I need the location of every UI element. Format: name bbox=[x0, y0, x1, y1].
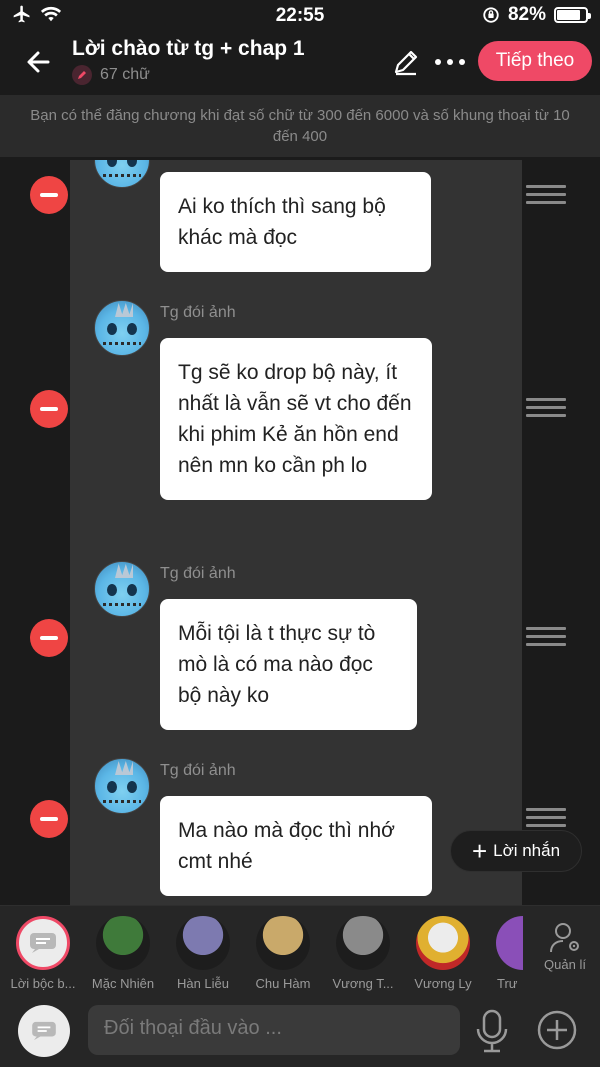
character-name: Lời bộc b... bbox=[10, 976, 76, 991]
pencil-badge-icon bbox=[72, 65, 92, 85]
input-bar: Đối thoại đầu vào ... bbox=[0, 995, 600, 1067]
character-name: Vương Ly bbox=[414, 976, 472, 991]
edit-pencil-icon[interactable] bbox=[390, 46, 422, 78]
character-bar: Lời bộc b... Mặc Nhiên Hàn Liễu Chu Hàm … bbox=[0, 905, 600, 995]
drag-handle-icon[interactable] bbox=[526, 627, 566, 649]
speaker-selector[interactable] bbox=[18, 1005, 70, 1057]
header: Lời chào từ tg + chap 1 67 chữ Tiếp theo bbox=[0, 32, 600, 94]
info-banner: Bạn có thể đăng chương khi đạt số chữ từ… bbox=[0, 95, 600, 157]
drag-handle-icon[interactable] bbox=[526, 398, 566, 420]
character-item[interactable]: Hàn Liễu bbox=[163, 916, 243, 991]
speech-bubble-icon bbox=[32, 1021, 56, 1041]
manage-characters-button[interactable]: Quản lí bbox=[540, 920, 590, 972]
sender-name: Tg đói ảnh bbox=[160, 304, 236, 321]
add-message-label: Lời nhắn bbox=[493, 841, 561, 860]
word-count: 67 chữ bbox=[72, 65, 150, 85]
microphone-icon[interactable] bbox=[474, 1009, 510, 1053]
character-name: Hàn Liễu bbox=[176, 976, 230, 991]
battery-percent: 82% bbox=[507, 4, 546, 25]
screen: 22:55 82% Lời chào từ tg + chap 1 67 chữ… bbox=[0, 0, 600, 1067]
character-narrator[interactable]: Lời bộc b... bbox=[3, 916, 83, 991]
character-item[interactable]: Trư bbox=[483, 916, 523, 991]
user-settings-icon bbox=[550, 923, 579, 953]
speech-bubble-icon bbox=[30, 933, 56, 953]
character-name: Trư bbox=[497, 976, 518, 991]
manage-label: Quản lí bbox=[544, 957, 586, 972]
character-avatar bbox=[96, 916, 150, 970]
remove-message-button[interactable] bbox=[30, 800, 68, 838]
remove-message-button[interactable] bbox=[30, 176, 68, 214]
character-avatar bbox=[176, 916, 230, 970]
battery-fill bbox=[557, 10, 580, 20]
character-avatar bbox=[336, 916, 390, 970]
character-name: Chu Hàm bbox=[255, 976, 311, 991]
character-item[interactable]: Vương T... bbox=[323, 916, 403, 991]
narrator-avatar bbox=[16, 916, 70, 970]
remove-message-button[interactable] bbox=[30, 390, 68, 428]
character-avatar bbox=[416, 916, 470, 970]
more-options-icon[interactable] bbox=[432, 46, 468, 78]
drag-handle-icon[interactable] bbox=[526, 808, 566, 830]
word-count-label: 67 chữ bbox=[100, 66, 150, 83]
character-name: Vương T... bbox=[332, 976, 394, 991]
author-avatar bbox=[94, 758, 150, 814]
message-bubble[interactable]: Ma nào mà đọc thì nhớ cmt nhé bbox=[160, 796, 432, 896]
message-bubble[interactable]: Mỗi tội là t thực sự tò mò là có ma nào … bbox=[160, 599, 417, 730]
character-item[interactable]: Chu Hàm bbox=[243, 916, 323, 991]
plus-icon: + bbox=[471, 836, 488, 866]
next-button[interactable]: Tiếp theo bbox=[478, 41, 592, 81]
chat-area[interactable]: Ai ko thích thì sang bộ khác mà đọc Tg đ… bbox=[0, 160, 600, 905]
character-item[interactable]: Mặc Nhiên bbox=[83, 916, 163, 991]
back-arrow-icon[interactable] bbox=[20, 42, 60, 82]
battery-icon bbox=[554, 7, 591, 23]
remove-message-button[interactable] bbox=[30, 619, 68, 657]
sender-name: Tg đói ảnh bbox=[160, 762, 236, 779]
character-item[interactable]: Vương Ly bbox=[403, 916, 483, 991]
add-message-button[interactable]: + Lời nhắn bbox=[450, 830, 582, 872]
status-bar: 22:55 82% bbox=[0, 0, 600, 32]
page-title: Lời chào từ tg + chap 1 bbox=[72, 37, 305, 60]
message-bubble[interactable]: Ai ko thích thì sang bộ khác mà đọc bbox=[160, 172, 431, 272]
character-name: Mặc Nhiên bbox=[91, 976, 155, 991]
message-bubble[interactable]: Tg sẽ ko drop bộ này, ít nhất là vẫn sẽ … bbox=[160, 338, 432, 500]
drag-handle-icon[interactable] bbox=[526, 185, 566, 207]
dialogue-input[interactable]: Đối thoại đầu vào ... bbox=[88, 1005, 460, 1055]
add-plus-icon[interactable] bbox=[536, 1009, 578, 1051]
rotation-lock-icon bbox=[483, 7, 499, 23]
character-avatar bbox=[256, 916, 310, 970]
status-right: 82% bbox=[482, 4, 591, 26]
character-avatar bbox=[496, 916, 523, 970]
author-avatar bbox=[94, 300, 150, 356]
author-avatar bbox=[94, 561, 150, 617]
sender-name: Tg đói ảnh bbox=[160, 565, 236, 582]
